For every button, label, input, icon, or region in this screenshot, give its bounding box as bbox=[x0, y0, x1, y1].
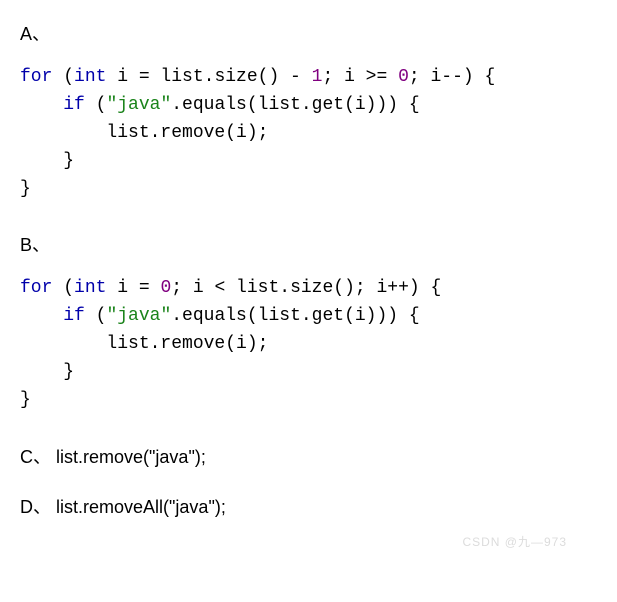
string-literal: "java" bbox=[106, 306, 171, 326]
code-text: list.remove(i); bbox=[20, 334, 268, 354]
option-c-text: list.remove("java"); bbox=[56, 447, 206, 467]
option-a-label: A、 bbox=[20, 20, 597, 46]
watermark-text: CSDN @九—973 bbox=[462, 533, 567, 550]
code-text: } bbox=[20, 179, 31, 199]
code-text: ; i < list.size(); i++) { bbox=[171, 278, 441, 298]
option-a-code: for ( int i = list.size() - 1; i >= 0; i-… bbox=[20, 64, 597, 203]
type-int: int bbox=[74, 67, 106, 87]
option-c-label: C、 bbox=[20, 447, 51, 467]
number-literal: 0 bbox=[160, 278, 171, 298]
keyword-if: if bbox=[63, 306, 85, 326]
code-text: list.remove(i); bbox=[20, 123, 268, 143]
option-c: C、 list.remove("java"); bbox=[20, 443, 597, 469]
number-literal: 0 bbox=[398, 67, 409, 87]
number-literal: 1 bbox=[312, 67, 323, 87]
keyword-if: if bbox=[63, 95, 85, 115]
code-text: i = bbox=[106, 278, 160, 298]
option-d-text: list.removeAll("java"); bbox=[56, 497, 226, 517]
option-d: D、 list.removeAll("java"); bbox=[20, 493, 597, 519]
code-text: } bbox=[20, 390, 31, 410]
code-text: ; i >= bbox=[322, 67, 398, 87]
code-text: .equals(list.get(i))) { bbox=[171, 306, 419, 326]
type-int: int bbox=[74, 278, 106, 298]
code-text: ( bbox=[85, 95, 107, 115]
code-text: } bbox=[20, 362, 74, 382]
code-text: i = list.size() - bbox=[106, 67, 311, 87]
keyword-for: for bbox=[20, 67, 52, 87]
keyword-for: for bbox=[20, 278, 52, 298]
option-b-code: for (int i = 0; i < list.size(); i++) { … bbox=[20, 275, 597, 414]
code-text: .equals(list.get(i))) { bbox=[171, 95, 419, 115]
option-b-label: B、 bbox=[20, 231, 597, 257]
code-text: ( bbox=[85, 306, 107, 326]
code-text: } bbox=[20, 151, 74, 171]
option-d-label: D、 bbox=[20, 497, 51, 517]
question-container: A、 for ( int i = list.size() - 1; i >= 0;… bbox=[20, 20, 597, 580]
string-literal: "java" bbox=[106, 95, 171, 115]
code-text: ; i--) { bbox=[409, 67, 495, 87]
